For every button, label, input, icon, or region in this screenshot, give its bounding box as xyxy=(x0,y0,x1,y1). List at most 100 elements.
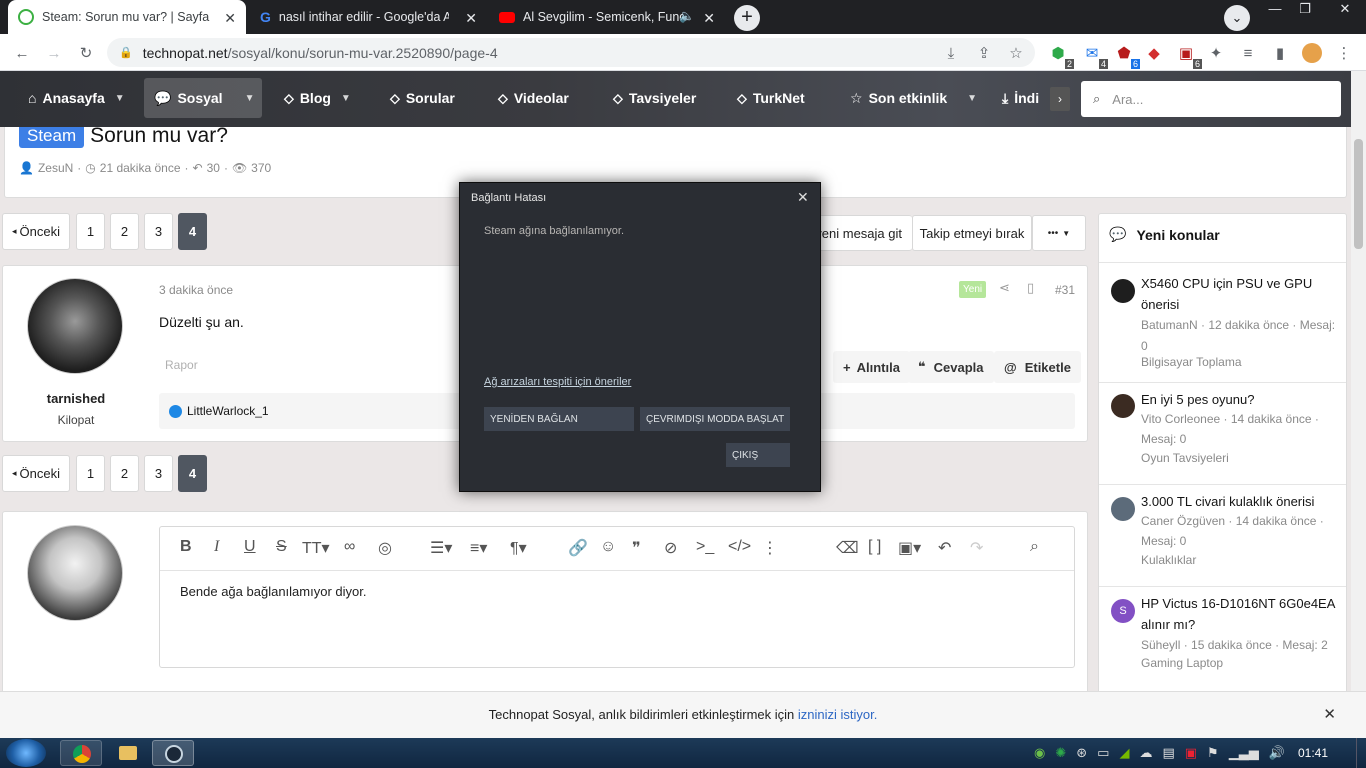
page-4-button[interactable]: 4 xyxy=(178,213,207,250)
nav-scroll-right-icon[interactable]: › xyxy=(1050,87,1070,111)
post-time[interactable]: 3 dakika önce xyxy=(159,283,233,297)
inline-code-icon[interactable]: >_ xyxy=(696,538,714,556)
page-1-button[interactable]: 1 xyxy=(76,213,105,250)
close-tab-icon[interactable]: ✕ xyxy=(465,10,477,27)
emoji-icon[interactable]: ☺ xyxy=(600,538,616,556)
link-icon[interactable]: 🔗 xyxy=(568,538,588,558)
extension-red-icon[interactable]: ▣ 6 xyxy=(1176,43,1202,69)
search-input[interactable]: ⌕ Ara... xyxy=(1081,81,1341,117)
page-3-button[interactable]: 3 xyxy=(144,213,173,250)
profile-avatar[interactable] xyxy=(1302,43,1322,63)
extension-ublock-icon[interactable]: ⬟ 6 xyxy=(1114,43,1140,69)
page-2-button[interactable]: 2 xyxy=(110,455,139,492)
post-number[interactable]: #31 xyxy=(1055,283,1075,297)
more-icon[interactable]: ⋮ xyxy=(762,538,778,558)
share-icon[interactable]: ⇪ xyxy=(974,43,994,63)
save-draft-icon[interactable]: ▣▾ xyxy=(898,538,921,558)
notice-link[interactable]: izninizi istiyor. xyxy=(798,707,877,722)
tray-nvidia-icon[interactable]: ◢ xyxy=(1119,745,1129,761)
bbcode-icon[interactable]: [ ] xyxy=(868,538,881,556)
new-tab-button[interactable]: + xyxy=(734,5,760,31)
extensions-puzzle-icon[interactable]: ✦ xyxy=(1206,43,1226,63)
italic-icon[interactable]: I xyxy=(214,538,219,556)
nav-blog[interactable]: ⬦ Blog ▼ xyxy=(274,78,361,118)
bookmark-star-icon[interactable]: ☆ xyxy=(1006,43,1026,63)
thread-link[interactable]: HP Victus 16-D1016NT 6G0e4EA alınır mı? xyxy=(1141,593,1336,635)
thread-link[interactable]: En iyi 5 pes oyunu? xyxy=(1141,389,1336,410)
page-scrollbar[interactable] xyxy=(1351,71,1366,691)
more-options-button[interactable]: ••• ▼ xyxy=(1032,215,1086,251)
offline-mode-button[interactable]: ÇEVRIMDIŞI MODDA BAŞLAT xyxy=(640,407,790,431)
tray-steam-icon[interactable]: ⊛ xyxy=(1076,745,1087,761)
taskbar-explorer-icon[interactable] xyxy=(106,740,148,766)
start-button[interactable] xyxy=(6,739,46,767)
nav-turknet[interactable]: ⬦ TurkNet xyxy=(727,78,815,118)
nav-videolar[interactable]: ⬦ Videolar xyxy=(488,78,579,118)
unfollow-button[interactable]: Takip etmeyi bırak xyxy=(912,215,1032,251)
address-bar[interactable]: 🔒 technopat.net/sosyal/konu/sorun-mu-var… xyxy=(107,38,1035,67)
chevron-down-icon[interactable]: ▼ xyxy=(115,93,125,104)
taskbar-chrome-icon[interactable] xyxy=(60,740,102,766)
avatar[interactable] xyxy=(27,525,123,621)
text-size-icon[interactable]: TT▾ xyxy=(302,538,330,558)
tab-search-button[interactable]: ⌄ xyxy=(1224,5,1250,31)
undo-icon[interactable]: ↶ xyxy=(938,538,951,558)
tray-disk-icon[interactable]: ▭ xyxy=(1097,745,1109,761)
reading-list-icon[interactable]: ≡ xyxy=(1238,43,1258,63)
reconnect-button[interactable]: YENİDEN BAĞLAN xyxy=(484,407,634,431)
thread-forum[interactable]: Bilgisayar Toplama xyxy=(1141,355,1242,369)
nav-tavsiyeler[interactable]: ⬦ Tavsiyeler xyxy=(603,78,706,118)
extension-flash-icon[interactable]: ◆ xyxy=(1144,43,1164,63)
close-tab-icon[interactable]: ✕ xyxy=(703,10,715,27)
nav-sorular[interactable]: ⬦ Sorular xyxy=(380,78,465,118)
share-icon[interactable]: ⋖ xyxy=(999,280,1010,296)
forward-icon[interactable]: → xyxy=(44,43,64,63)
show-desktop-button[interactable] xyxy=(1356,738,1366,768)
reply-button[interactable]: ❝ Cevapla xyxy=(908,351,994,383)
minimize-button[interactable]: — xyxy=(1260,0,1290,20)
page-3-button[interactable]: 3 xyxy=(144,455,173,492)
chevron-down-icon[interactable]: ▼ xyxy=(341,93,351,104)
close-icon[interactable]: ✕ xyxy=(797,189,809,206)
back-icon[interactable]: ← xyxy=(12,43,32,63)
thread-forum[interactable]: Gaming Laptop xyxy=(1141,656,1223,670)
close-icon[interactable]: ✕ xyxy=(1323,692,1336,738)
spoiler-icon[interactable]: ⊘ xyxy=(664,538,677,558)
bold-icon[interactable]: B xyxy=(180,538,192,556)
list-icon[interactable]: ☰▾ xyxy=(430,538,452,558)
side-panel-icon[interactable]: ▮ xyxy=(1270,43,1290,63)
strikethrough-icon[interactable]: S xyxy=(276,538,287,556)
prev-page-button[interactable]: ◂ Önceki xyxy=(2,213,70,250)
tray-volume-icon[interactable]: 🔊 xyxy=(1269,745,1285,761)
likes-users[interactable]: LittleWarlock_1 xyxy=(187,404,269,418)
nav-anasayfa[interactable]: ⌂ Anasayfa ▼ xyxy=(18,78,135,118)
list-item[interactable]: En iyi 5 pes oyunu? Vito Corleonee · 14 … xyxy=(1099,382,1346,482)
preview-icon[interactable]: ⌕ xyxy=(1030,538,1039,556)
page-1-button[interactable]: 1 xyxy=(76,455,105,492)
close-tab-icon[interactable]: ✕ xyxy=(224,10,236,27)
tab-google[interactable]: G nasıl intihar edilir - Google'da Ara ✕ xyxy=(250,0,487,34)
thread-prefix-badge[interactable]: Steam xyxy=(19,127,85,148)
tray-network-icon[interactable]: ▁▃▅ xyxy=(1229,745,1259,761)
paragraph-icon[interactable]: ¶▾ xyxy=(510,538,527,558)
report-link[interactable]: Rapor xyxy=(165,358,198,372)
code-icon[interactable]: </> xyxy=(728,538,751,556)
thread-link[interactable]: X5460 CPU için PSU ve GPU önerisi xyxy=(1141,273,1336,315)
align-icon[interactable]: ≡▾ xyxy=(470,538,487,558)
redo-icon[interactable]: ↷ xyxy=(970,538,983,558)
page-2-button[interactable]: 2 xyxy=(110,213,139,250)
taskbar-clock[interactable]: 01:41 xyxy=(1298,746,1328,760)
thread-forum[interactable]: Kulaklıklar xyxy=(1141,553,1196,567)
restore-button[interactable]: ❐ xyxy=(1290,0,1320,20)
chrome-menu-icon[interactable]: ⋮ xyxy=(1334,43,1354,63)
quote-button[interactable]: + Alıntıla xyxy=(833,351,910,383)
editor-text[interactable]: Bende ağa bağlanılamıyor diyor. xyxy=(160,571,1074,612)
nav-indirme[interactable]: ⤓ İndi xyxy=(992,78,1050,118)
exit-button[interactable]: ÇIKIŞ xyxy=(726,443,790,467)
link-style-icon[interactable]: ∞ xyxy=(344,538,355,556)
underline-icon[interactable]: U xyxy=(244,538,256,556)
audio-playing-icon[interactable]: 🔈 xyxy=(679,9,695,24)
thread-link[interactable]: 3.000 TL civari kulaklık önerisi xyxy=(1141,491,1336,512)
install-app-icon[interactable]: ⤓ xyxy=(941,43,961,63)
list-item[interactable]: X5460 CPU için PSU ve GPU önerisi Batuma… xyxy=(1099,262,1346,372)
